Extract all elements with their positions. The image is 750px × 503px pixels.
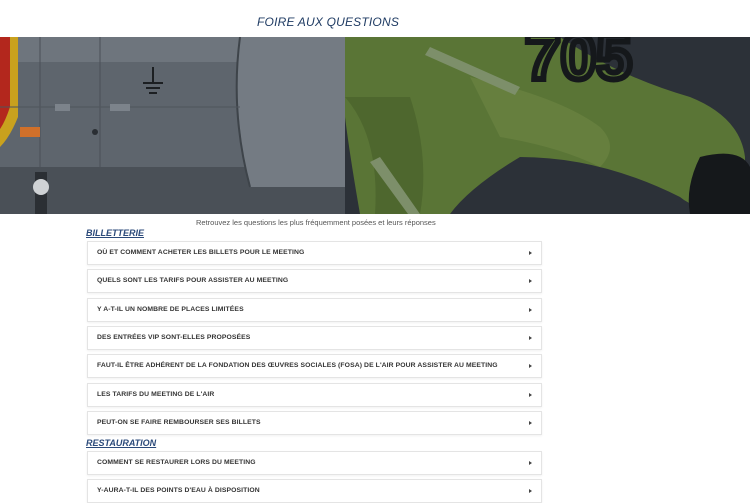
faq-question-item[interactable]: PEUT-ON SE FAIRE REMBOURSER SES BILLETS bbox=[87, 411, 542, 435]
faq-question-item[interactable]: Y-AURA-T-IL DES POINTS D'EAU À DISPOSITI… bbox=[87, 479, 542, 503]
page-title: FOIRE AUX QUESTIONS bbox=[257, 15, 400, 29]
faq-question-item[interactable]: DES ENTRÉES VIP SONT-ELLES PROPOSÉES bbox=[87, 326, 542, 350]
faq-question-item[interactable]: QUELS SONT LES TARIFS POUR ASSISTER AU M… bbox=[87, 269, 542, 293]
chevron-right-icon bbox=[529, 421, 532, 425]
intro-text: Retrouvez les questions les plus fréquem… bbox=[196, 218, 436, 227]
faq-question-label: Y A-T-IL UN NOMBRE DE PLACES LIMITÉES bbox=[97, 306, 244, 313]
faq-question-item[interactable]: COMMENT SE RESTAURER LORS DU MEETING bbox=[87, 451, 542, 475]
faq-question-label: PEUT-ON SE FAIRE REMBOURSER SES BILLETS bbox=[97, 419, 261, 426]
chevron-right-icon bbox=[529, 461, 532, 465]
faq-question-item[interactable]: FAUT-IL ÊTRE ADHÉRENT DE LA FONDATION DE… bbox=[87, 354, 542, 378]
faq-question-label: Y-AURA-T-IL DES POINTS D'EAU À DISPOSITI… bbox=[97, 487, 260, 494]
faq-question-label: LES TARIFS DU MEETING DE L'AIR bbox=[97, 391, 215, 398]
faq-question-label: OÙ ET COMMENT ACHETER LES BILLETS POUR L… bbox=[97, 249, 305, 256]
faq-question-label: DES ENTRÉES VIP SONT-ELLES PROPOSÉES bbox=[97, 334, 251, 341]
faq-question-item[interactable]: LES TARIFS DU MEETING DE L'AIR bbox=[87, 383, 542, 407]
chevron-right-icon bbox=[529, 308, 532, 312]
chevron-right-icon bbox=[529, 393, 532, 397]
faq-question-label: QUELS SONT LES TARIFS POUR ASSISTER AU M… bbox=[97, 277, 289, 284]
chevron-right-icon bbox=[529, 336, 532, 340]
faq-question-label: FAUT-IL ÊTRE ADHÉRENT DE LA FONDATION DE… bbox=[97, 362, 498, 369]
hero-banner: 705 bbox=[0, 37, 750, 214]
faq-question-label: COMMENT SE RESTAURER LORS DU MEETING bbox=[97, 459, 256, 466]
section-heading: BILLETTERIE bbox=[86, 228, 144, 238]
faq-question-item[interactable]: Y A-T-IL UN NOMBRE DE PLACES LIMITÉES bbox=[87, 298, 542, 322]
hero-photo: 705 bbox=[0, 37, 750, 214]
chevron-right-icon bbox=[529, 364, 532, 368]
faq-question-item[interactable]: OÙ ET COMMENT ACHETER LES BILLETS POUR L… bbox=[87, 241, 542, 265]
chevron-right-icon bbox=[529, 251, 532, 255]
chevron-right-icon bbox=[529, 279, 532, 283]
chevron-right-icon bbox=[529, 489, 532, 493]
tail-number: 705 bbox=[525, 37, 632, 93]
section-heading: RESTAURATION bbox=[86, 438, 157, 448]
